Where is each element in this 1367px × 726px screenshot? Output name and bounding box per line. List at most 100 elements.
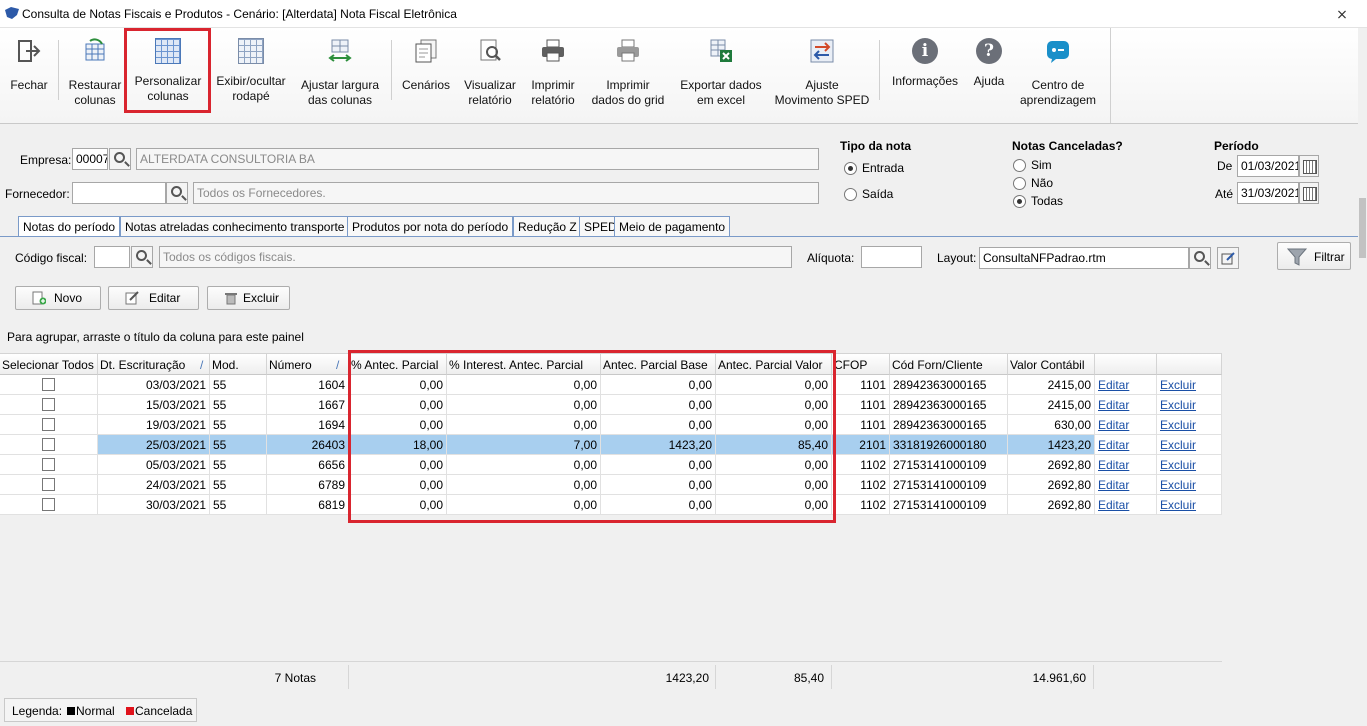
visualizar-relatorio-button[interactable]: Visualizar relatório: [461, 36, 519, 108]
radio-nao[interactable]: [1013, 177, 1026, 190]
tab-produtos-nota[interactable]: Produtos por nota do período: [347, 216, 514, 236]
cell-excluir[interactable]: Excluir: [1157, 395, 1222, 415]
cell-excluir[interactable]: Excluir: [1157, 495, 1222, 515]
row-checkbox[interactable]: [42, 398, 55, 411]
cell-editar[interactable]: Editar: [1095, 435, 1157, 455]
ajustar-largura-button[interactable]: Ajustar largura das colunas: [297, 36, 383, 108]
codigo-fiscal-search-button[interactable]: [131, 246, 153, 268]
ribbon-separator: [1110, 28, 1111, 123]
empresa-search-button[interactable]: [109, 148, 131, 170]
cell-numero: 6656: [267, 455, 349, 475]
codigo-fiscal-input[interactable]: [94, 246, 130, 268]
periodo-de-input[interactable]: 01/03/2021: [1237, 155, 1299, 177]
cell-excluir[interactable]: Excluir: [1157, 375, 1222, 395]
row-checkbox[interactable]: [42, 378, 55, 391]
exibir-rodape-button[interactable]: Exibir/ocultar rodapé: [213, 36, 289, 104]
calendar-icon[interactable]: [1299, 155, 1319, 177]
cell-select: [0, 395, 98, 415]
calendar-icon[interactable]: [1299, 182, 1319, 204]
imprimir-grid-button[interactable]: Imprimir dados do grid: [589, 36, 667, 108]
radio-todas[interactable]: [1013, 195, 1026, 208]
cell-excluir[interactable]: Excluir: [1157, 435, 1222, 455]
radio-entrada[interactable]: [844, 162, 857, 175]
row-checkbox[interactable]: [42, 438, 55, 451]
header-cod-forn[interactable]: Cód Forn/Cliente: [890, 353, 1008, 375]
ajuste-sped-button[interactable]: Ajuste Movimento SPED: [772, 36, 872, 108]
ajuda-label: Ajuda: [973, 74, 1005, 88]
row-checkbox[interactable]: [42, 418, 55, 431]
fornecedor-code-input[interactable]: [72, 182, 166, 204]
radio-sim[interactable]: [1013, 159, 1026, 172]
cell-excluir[interactable]: Excluir: [1157, 455, 1222, 475]
cell-select: [0, 375, 98, 395]
excluir-button[interactable]: Excluir: [207, 286, 290, 310]
vertical-scrollbar[interactable]: [1358, 28, 1367, 726]
close-icon[interactable]: ⨯: [1332, 4, 1352, 24]
periodo-ate-input[interactable]: 31/03/2021: [1237, 182, 1299, 204]
scrollbar-thumb[interactable]: [1359, 198, 1366, 258]
fechar-button[interactable]: Fechar: [6, 36, 52, 93]
cell-contabil: 2415,00: [1008, 395, 1095, 415]
restaurar-colunas-button[interactable]: Restaurar colunas: [66, 36, 124, 108]
ribbon-toolbar: Fechar Restaurar colunas Personalizar co…: [0, 28, 1367, 124]
row-checkbox[interactable]: [42, 498, 55, 511]
editar-label: Editar: [149, 291, 181, 305]
novo-button[interactable]: Novo: [15, 286, 101, 310]
new-document-icon: [32, 291, 46, 305]
row-checkbox[interactable]: [42, 478, 55, 491]
cenarios-button[interactable]: Cenários: [399, 36, 453, 93]
empresa-label: Empresa:: [20, 153, 72, 167]
imprimir-relatorio-button[interactable]: Imprimir relatório: [525, 36, 581, 108]
header-delete-col[interactable]: [1157, 353, 1222, 375]
header-cfop[interactable]: CFOP: [832, 353, 890, 375]
aliquota-input[interactable]: [861, 246, 922, 268]
imprimir-relatorio-label-2: relatório: [531, 93, 575, 107]
cell-editar[interactable]: Editar: [1095, 415, 1157, 435]
header-dt-escrituracao[interactable]: Dt. Escrituração: [98, 353, 210, 375]
row-checkbox[interactable]: [42, 458, 55, 471]
tab-notas-transporte[interactable]: Notas atreladas conhecimento transporte: [120, 216, 350, 236]
empresa-code-input[interactable]: 00007: [72, 148, 108, 170]
fornecedor-search-button[interactable]: [166, 182, 188, 204]
cell-editar[interactable]: Editar: [1095, 495, 1157, 515]
centro-aprendizagem-button[interactable]: Centro de aprendizagem: [1015, 36, 1101, 108]
ajuste-label-1: Ajuste: [805, 78, 839, 92]
sort-indicator-icon: /: [336, 358, 340, 372]
tab-meio-pagamento[interactable]: Meio de pagamento: [614, 216, 731, 236]
cell-numero: 6789: [267, 475, 349, 495]
ajuda-button[interactable]: ? Ajuda: [969, 36, 1009, 89]
tab-reducao-z[interactable]: Redução Z: [513, 216, 582, 236]
cell-excluir[interactable]: Excluir: [1157, 475, 1222, 495]
cell-numero: 26403: [267, 435, 349, 455]
header-selecionar-todos[interactable]: Selecionar Todos: [0, 353, 98, 375]
legend-cancelada-label: Cancelada: [135, 704, 193, 718]
cell-editar[interactable]: Editar: [1095, 455, 1157, 475]
header-edit-col[interactable]: [1095, 353, 1157, 375]
search-icon: [1194, 251, 1205, 262]
header-mod[interactable]: Mod.: [210, 353, 267, 375]
legend-label: Legenda:: [12, 704, 63, 718]
cell-editar[interactable]: Editar: [1095, 395, 1157, 415]
layout-edit-button[interactable]: [1217, 247, 1239, 269]
filtrar-button[interactable]: Filtrar: [1277, 242, 1351, 270]
search-icon: [171, 186, 182, 197]
total-contabil: 14.961,60: [1032, 671, 1086, 685]
cell-editar[interactable]: Editar: [1095, 375, 1157, 395]
informacoes-button[interactable]: i Informações: [887, 36, 963, 89]
layout-search-button[interactable]: [1189, 247, 1211, 269]
cell-editar[interactable]: Editar: [1095, 475, 1157, 495]
cell-excluir[interactable]: Excluir: [1157, 415, 1222, 435]
header-valor-contabil[interactable]: Valor Contábil: [1008, 353, 1095, 375]
tab-notas-periodo[interactable]: Notas do período: [18, 216, 121, 237]
layout-input[interactable]: ConsultaNFPadrao.rtm: [979, 247, 1189, 269]
cell-cfop: 1102: [832, 495, 890, 515]
cell-data: 03/03/2021: [98, 375, 210, 395]
cell-contabil: 630,00: [1008, 415, 1095, 435]
periodo-title: Período: [1214, 139, 1259, 153]
filter-icon: [1287, 248, 1307, 266]
cell-cfop: 2101: [832, 435, 890, 455]
exibir-label-1: Exibir/ocultar: [216, 74, 286, 88]
radio-saida[interactable]: [844, 188, 857, 201]
editar-button[interactable]: Editar: [108, 286, 199, 310]
exportar-excel-button[interactable]: Exportar dados em excel: [675, 36, 767, 108]
